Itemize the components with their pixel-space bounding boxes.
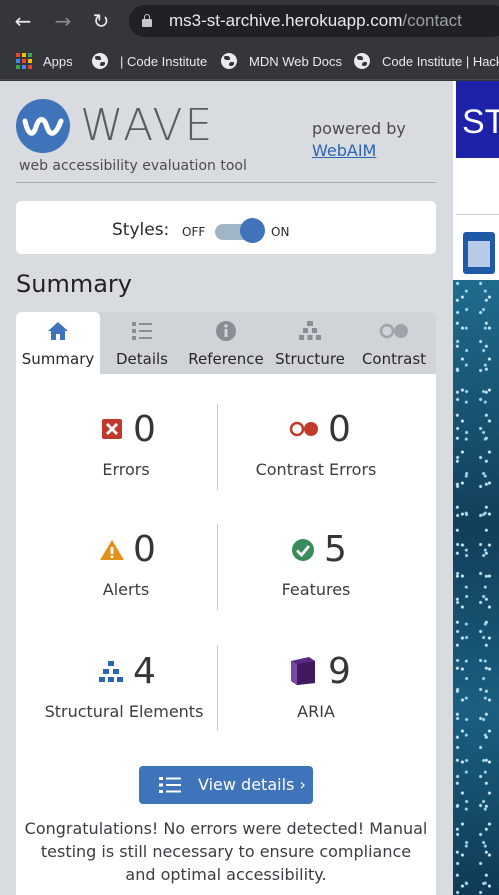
browser-toolbar: ← → ↻ ms3-st-archive.herokuapp.com/conta… [0,0,499,42]
home-icon [48,322,68,340]
wave-tagline: web accessibility evaluation tool [19,158,247,174]
tab-label: Summary [21,350,95,368]
page-header: ST [453,81,499,158]
bookmark-label: Code Institute | Hackath [382,53,499,69]
tab-label: Reference [188,350,264,368]
tab-contrast[interactable]: Contrast [352,312,436,374]
url-path: /contact [402,11,462,30]
congratulations-message: Congratulations! No errors were detected… [24,819,428,884]
stat-label: Errors [102,460,150,479]
bookmark-hackathon[interactable]: Code Institute | Hackath [354,51,499,71]
stat-count: 0 [328,409,351,450]
lock-icon [142,14,152,27]
forward-arrow-icon[interactable]: → [51,9,75,33]
bookmark-label: MDN Web Docs [249,53,342,69]
stat-count: 0 [133,529,156,570]
stat-label: Alerts [102,580,150,599]
web-page-viewport: ST [453,81,499,895]
stat-count: 4 [133,651,156,692]
tab-reference[interactable]: Reference [184,312,268,374]
webaim-link[interactable]: WebAIM [312,141,376,160]
tab-label: Structure [275,350,345,368]
stat-label: Features [281,580,351,599]
bookmark-mdn[interactable]: MDN Web Docs [221,51,342,71]
contrast-icon [379,323,408,339]
toggle-off-label: OFF [182,225,206,239]
summary-heading: Summary [16,270,132,298]
globe-icon [92,53,108,69]
wave-logo-icon [16,99,70,153]
apps-grid-icon [16,53,32,69]
page-nav-area [453,158,499,280]
view-details-label: View details › [198,775,306,794]
page-divider [456,214,499,215]
hierarchy-icon [299,321,321,340]
tab-bar: Summary Details Reference Structure Cont… [16,312,436,374]
url-text: ms3-st-archive.herokuapp.com/contact [169,11,462,31]
bookmark-apps[interactable]: Apps [16,51,73,71]
address-bar[interactable]: ms3-st-archive.herokuapp.com/contact [129,5,499,37]
feature-check-icon [292,539,314,561]
stat-features[interactable]: 5 Features [216,528,416,618]
tab-summary[interactable]: Summary [16,312,100,374]
stat-count: 9 [328,651,351,692]
starfield-background [453,280,499,895]
info-icon [216,321,236,341]
contrast-error-icon [289,421,318,437]
stat-structural-elements[interactable]: 4 Structural Elements [24,650,224,740]
header-divider [16,182,436,183]
stat-count: 0 [133,409,156,450]
structure-icon [99,661,123,682]
aria-icon [291,657,315,685]
wave-sidebar: WAVE web accessibility evaluation tool p… [0,81,453,895]
powered-by-text: powered by [312,119,406,138]
stat-errors[interactable]: 0 Errors [26,408,226,498]
toggle-knob[interactable] [240,218,265,243]
styles-toggle-box: Styles: OFF ON [16,201,436,254]
tab-label: Contrast [361,350,427,368]
alert-icon [100,540,124,560]
wave-wordmark: WAVE [80,100,215,151]
tab-structure[interactable]: Structure [268,312,352,374]
url-domain: ms3-st-archive.herokuapp.com [169,11,403,30]
stat-label: Contrast Errors [255,460,377,479]
page-heading-fragment: ST [462,103,499,141]
globe-icon [221,53,237,69]
stat-contrast-errors[interactable]: 0 Contrast Errors [216,408,416,498]
list-icon [132,322,152,340]
bookmark-label: Apps [43,53,73,69]
reload-icon[interactable]: ↻ [89,9,113,33]
stat-label: Structural Elements [44,702,204,721]
bookmarks-bar: Apps | Code Institute MDN Web Docs Code … [0,42,499,80]
bookmark-code-institute[interactable]: | Code Institute [92,51,207,71]
summary-card: 0 Errors 0 Contrast Errors 0 Alerts 5 Fe… [16,374,436,895]
styles-label: Styles: [112,220,170,240]
bookmark-label: | Code Institute [120,53,208,69]
globe-icon [354,53,370,69]
error-icon [102,419,122,439]
page-banner: ST [453,81,499,158]
view-details-button[interactable]: View details › [139,766,313,804]
back-arrow-icon[interactable]: ← [11,9,35,33]
stat-aria[interactable]: 9 ARIA [216,650,416,740]
toggle-on-label: ON [271,225,290,239]
stat-count: 5 [324,529,347,570]
stat-label: ARIA [297,702,335,721]
stat-alerts[interactable]: 0 Alerts [26,528,226,618]
wave-aria-marker-icon[interactable] [463,232,495,274]
tab-label: Details [115,350,168,368]
list-icon [159,777,181,793]
tab-details[interactable]: Details [100,312,184,374]
